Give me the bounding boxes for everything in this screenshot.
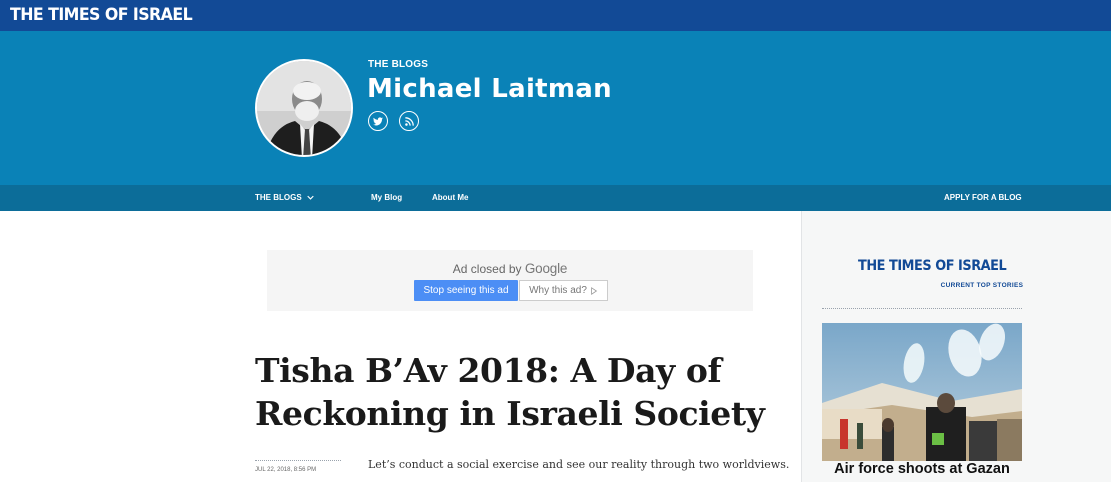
blog-header: THE BLOGS Michael Laitman: [0, 31, 1111, 185]
nav-about-me[interactable]: About Me: [432, 193, 468, 202]
rss-button[interactable]: [399, 111, 419, 131]
author-photo: [257, 61, 351, 155]
apply-for-blog-link[interactable]: APPLY FOR A BLOG: [944, 193, 1022, 202]
rss-icon: [404, 116, 414, 126]
sidebar: THE TIMES OF ISRAEL CURRENT TOP STORIES: [801, 211, 1111, 482]
sidebar-logo[interactable]: THE TIMES OF ISRAEL: [858, 258, 1007, 274]
chevron-down-icon: [306, 195, 314, 200]
nav-the-blogs-label: THE BLOGS: [255, 193, 302, 202]
twitter-button[interactable]: [368, 111, 388, 131]
nav-my-blog[interactable]: My Blog: [371, 193, 402, 202]
why-this-ad-button[interactable]: Why this ad?: [519, 280, 608, 301]
ad-closed-text: Ad closed by Google: [267, 261, 753, 276]
sidebar-divider: [822, 308, 1022, 309]
site-logo[interactable]: THE TIMES OF ISRAEL: [10, 5, 193, 25]
meta-divider: [255, 460, 341, 461]
author-name[interactable]: Michael Laitman: [367, 74, 612, 104]
story-title[interactable]: Air force shoots at Gazan: [822, 461, 1022, 477]
top-bar: THE TIMES OF ISRAEL: [0, 0, 1111, 31]
twitter-icon: [373, 116, 383, 125]
section-label[interactable]: THE BLOGS: [368, 59, 428, 70]
stop-seeing-ad-button[interactable]: Stop seeing this ad: [414, 280, 518, 301]
article-lead: Let’s conduct a social exercise and see …: [368, 458, 790, 471]
play-arrow-icon: [591, 286, 598, 295]
article-title: Tisha B’Av 2018: A Day of Reckoning in I…: [255, 351, 765, 433]
why-this-ad-label: Why this ad?: [529, 285, 587, 296]
blog-nav: THE BLOGS My Blog About Me APPLY FOR A B…: [0, 185, 1111, 211]
ad-closed-label: Ad closed by: [452, 262, 522, 276]
sidebar-subtitle: CURRENT TOP STORIES: [940, 282, 1024, 289]
story-photo: [822, 323, 1022, 461]
nav-the-blogs[interactable]: THE BLOGS: [255, 193, 314, 202]
article-date: JUL 22, 2018, 8:56 PM: [255, 467, 317, 473]
google-brand: Google: [524, 261, 568, 276]
story-image[interactable]: [822, 323, 1022, 461]
ad-closed-box: Ad closed by Google Stop seeing this ad …: [267, 250, 753, 311]
author-avatar[interactable]: [255, 59, 353, 157]
